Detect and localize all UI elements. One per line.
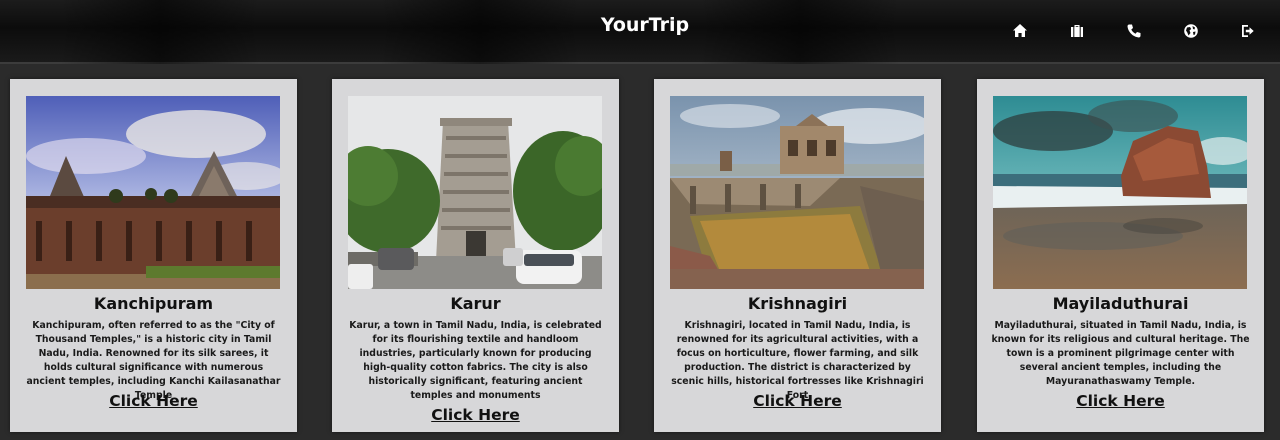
card-description: Mayiladuthurai, situated in Tamil Nadu, … — [991, 320, 1250, 387]
click-here-link[interactable]: Click Here — [332, 406, 619, 424]
click-here-link[interactable]: Click Here — [10, 392, 297, 410]
card-title: Karur — [450, 294, 501, 313]
card-title: Kanchipuram — [93, 294, 214, 313]
top-navbar: YourTrip — [0, 0, 1280, 64]
kanchipuram-temple-photo — [26, 96, 280, 289]
card-title: Krishnagiri — [747, 294, 848, 313]
card-title: Mayiladuthurai — [1052, 294, 1189, 313]
card-description: Karur, a town in Tamil Nadu, India, is c… — [349, 320, 602, 401]
karur-temple-photo — [348, 96, 602, 289]
click-here-link[interactable]: Click Here — [654, 392, 941, 410]
card-description: Krishnagiri, located in Tamil Nadu, Indi… — [671, 320, 924, 401]
globe-icon[interactable] — [1182, 22, 1200, 40]
click-here-link[interactable]: Click Here — [977, 392, 1264, 410]
mayiladuthurai-beach-photo — [993, 96, 1247, 289]
phone-icon[interactable] — [1125, 22, 1143, 40]
brand-logo[interactable]: YourTrip — [0, 14, 1280, 36]
card-description: Kanchipuram, often referred to as the "C… — [26, 320, 281, 401]
destination-card-karur: Karur Karur, a town in Tamil Nadu, India… — [332, 79, 619, 432]
briefcase-icon[interactable] — [1068, 22, 1086, 40]
krishnagiri-fort-photo — [670, 96, 924, 289]
logout-icon[interactable] — [1239, 22, 1257, 40]
home-icon[interactable] — [1011, 22, 1029, 40]
destination-card-kanchipuram: Kanchipuram Kanchipuram, often referred … — [10, 79, 297, 432]
destination-card-mayiladuthurai: Mayiladuthurai Mayiladuthurai, situated … — [977, 79, 1264, 432]
destination-card-krishnagiri: Krishnagiri Krishnagiri, located in Tami… — [654, 79, 941, 432]
